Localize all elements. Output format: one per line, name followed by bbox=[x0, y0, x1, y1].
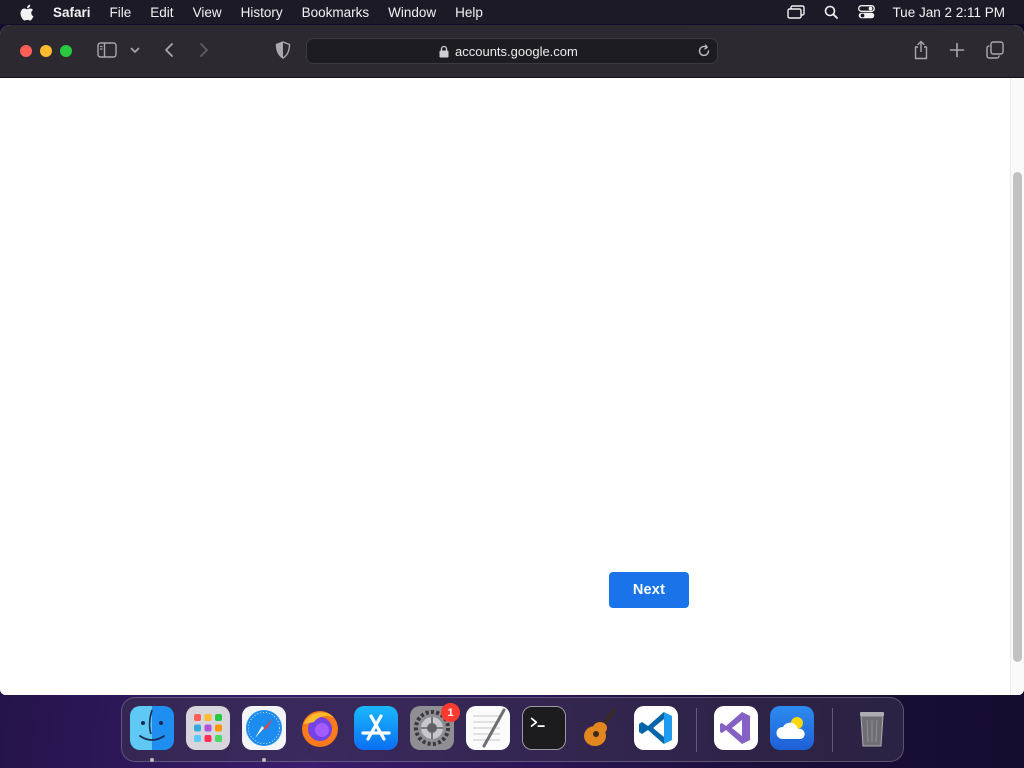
apple-menu-icon[interactable] bbox=[19, 4, 35, 20]
menu-edit[interactable]: Edit bbox=[150, 5, 173, 20]
menu-app-name[interactable]: Safari bbox=[53, 5, 91, 20]
safari-window: accounts.google.com Next bbox=[0, 25, 1024, 695]
dock: 1 bbox=[121, 697, 904, 762]
screen-mirroring-icon[interactable] bbox=[787, 4, 806, 20]
finder-running-indicator bbox=[150, 758, 154, 762]
reload-icon[interactable] bbox=[697, 44, 711, 58]
new-tab-plus-icon[interactable] bbox=[948, 41, 966, 59]
menu-window[interactable]: Window bbox=[388, 5, 436, 20]
lock-icon bbox=[439, 45, 450, 58]
launchpad-icon[interactable] bbox=[186, 706, 230, 750]
tab-overview-icon[interactable] bbox=[985, 40, 1005, 60]
sidebar-toggle-icon[interactable] bbox=[96, 41, 118, 59]
vscode-icon[interactable] bbox=[634, 706, 678, 750]
next-button[interactable]: Next bbox=[609, 572, 689, 608]
tab-group-chevron-down-icon[interactable] bbox=[129, 44, 141, 56]
visual-studio-icon[interactable] bbox=[714, 706, 758, 750]
textedit-icon[interactable] bbox=[466, 706, 510, 750]
garageband-icon[interactable] bbox=[578, 706, 622, 750]
control-center-icon[interactable] bbox=[857, 4, 875, 20]
scrollbar-thumb[interactable] bbox=[1013, 172, 1022, 662]
share-icon[interactable] bbox=[911, 39, 931, 61]
web-content: Next bbox=[0, 78, 1024, 695]
firefox-icon[interactable] bbox=[298, 706, 342, 750]
app-store-icon[interactable] bbox=[354, 706, 398, 750]
menu-history[interactable]: History bbox=[241, 5, 283, 20]
menu-bookmarks[interactable]: Bookmarks bbox=[302, 5, 370, 20]
terminal-icon[interactable] bbox=[522, 706, 566, 750]
address-bar[interactable]: accounts.google.com bbox=[306, 38, 718, 64]
window-minimize-button[interactable] bbox=[40, 45, 52, 57]
safari-toolbar: accounts.google.com bbox=[0, 25, 1024, 78]
window-zoom-button[interactable] bbox=[60, 45, 72, 57]
privacy-shield-icon[interactable] bbox=[273, 40, 293, 60]
finder-icon[interactable] bbox=[130, 706, 174, 750]
forward-arrow-icon[interactable] bbox=[195, 40, 213, 60]
menu-bar-clock[interactable]: Tue Jan 2 2:11 PM bbox=[892, 5, 1005, 20]
dock-separator bbox=[832, 708, 833, 752]
safari-running-indicator bbox=[262, 758, 266, 762]
menu-help[interactable]: Help bbox=[455, 5, 483, 20]
safari-icon[interactable] bbox=[242, 706, 286, 750]
dock-separator bbox=[696, 708, 697, 752]
window-close-button[interactable] bbox=[20, 45, 32, 57]
menu-file[interactable]: File bbox=[110, 5, 132, 20]
menu-view[interactable]: View bbox=[193, 5, 222, 20]
spotlight-search-icon[interactable] bbox=[822, 4, 840, 20]
trash-icon[interactable] bbox=[850, 706, 894, 750]
back-arrow-icon[interactable] bbox=[160, 40, 178, 60]
weather-icon[interactable] bbox=[770, 706, 814, 750]
address-bar-url[interactable]: accounts.google.com bbox=[455, 44, 578, 59]
system-settings-badge: 1 bbox=[441, 703, 460, 722]
menu-bar: Safari File Edit View History Bookmarks … bbox=[0, 0, 1024, 24]
